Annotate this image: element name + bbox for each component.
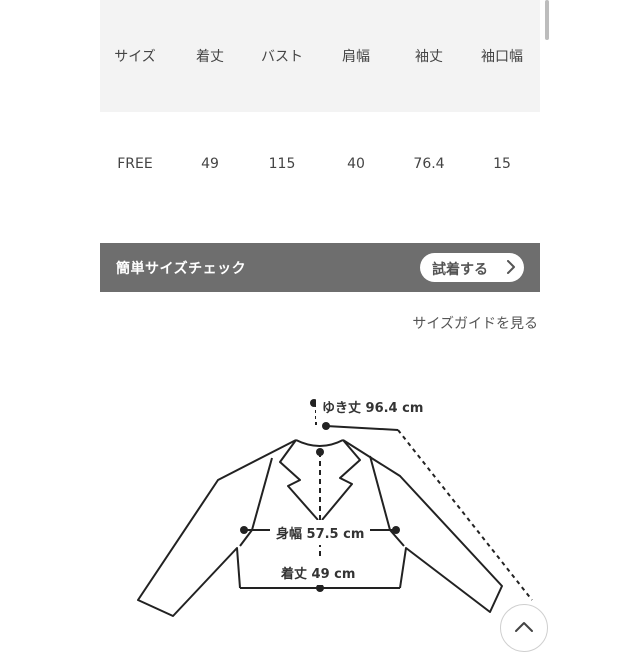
chevron-up-icon [515, 622, 533, 632]
sleeve-measure-line [325, 425, 399, 431]
right-collar [321, 439, 361, 521]
body-length-label: 着丈 49 cm [275, 560, 362, 585]
body-width-label: 身幅 57.5 cm [270, 520, 371, 545]
neckline [295, 439, 344, 447]
sleeve-length-label: ゆき丈 96.4 cm [316, 394, 430, 419]
left-collar [279, 439, 319, 521]
scroll-to-top-button[interactable] [500, 604, 548, 652]
